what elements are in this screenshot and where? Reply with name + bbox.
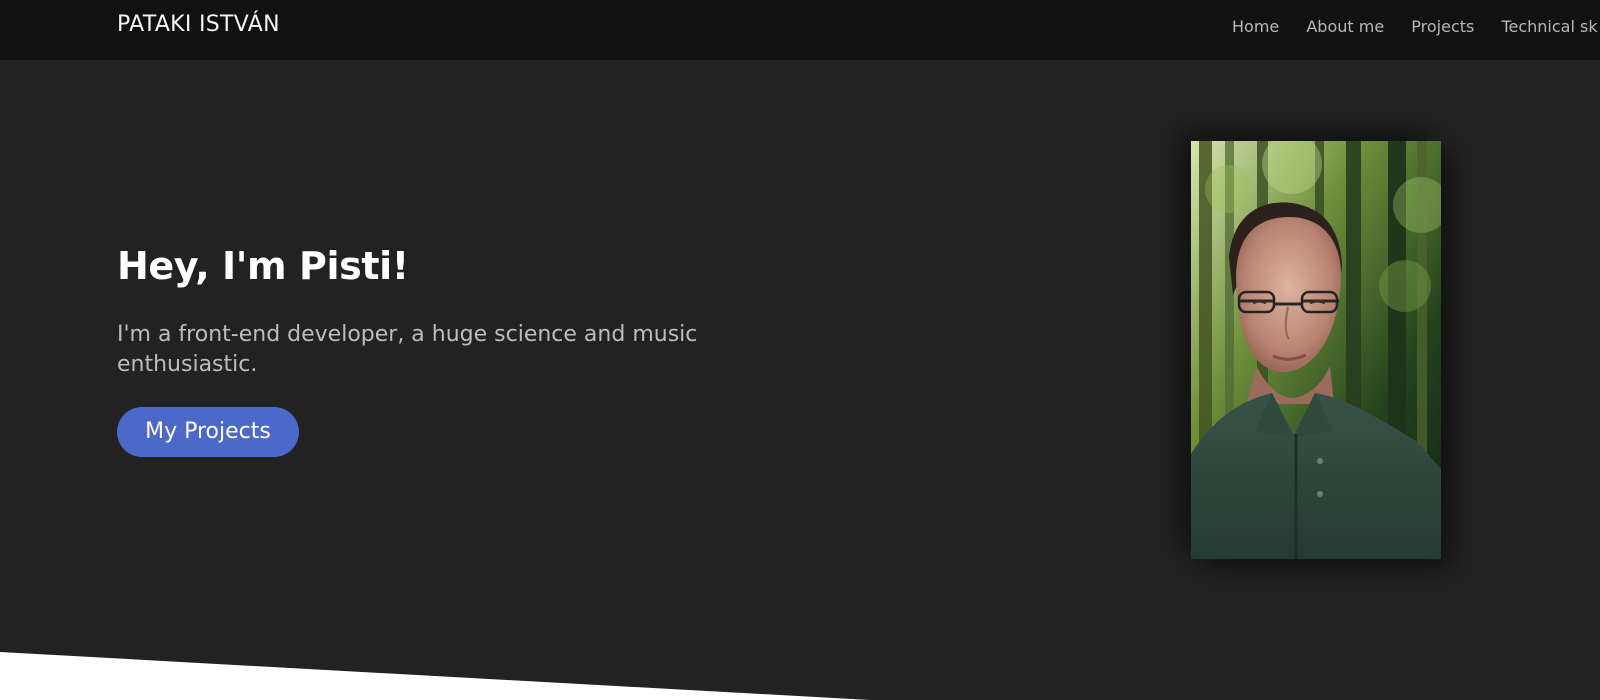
hero-section: Hey, I'm Pisti! I'm a front-end develope… (0, 60, 1600, 700)
main-navigation: Home About me Projects Technical sk (1232, 17, 1600, 41)
top-navigation-bar: PATAKI ISTVÁN Home About me Projects Tec… (0, 0, 1600, 60)
nav-home-link[interactable]: Home (1232, 17, 1279, 37)
portfolio-page: PATAKI ISTVÁN Home About me Projects Tec… (0, 0, 1600, 700)
profile-photo (1191, 141, 1441, 559)
nav-technical-skills-link[interactable]: Technical sk (1501, 17, 1597, 37)
hero-title: Hey, I'm Pisti! (117, 244, 409, 288)
my-projects-button[interactable]: My Projects (117, 407, 299, 457)
hero-subtitle: I'm a front-end developer, a huge scienc… (117, 322, 698, 377)
nav-about-link[interactable]: About me (1306, 17, 1384, 37)
nav-projects-link[interactable]: Projects (1411, 17, 1474, 37)
site-brand[interactable]: PATAKI ISTVÁN (117, 12, 280, 38)
bottom-angled-shape (0, 652, 870, 700)
